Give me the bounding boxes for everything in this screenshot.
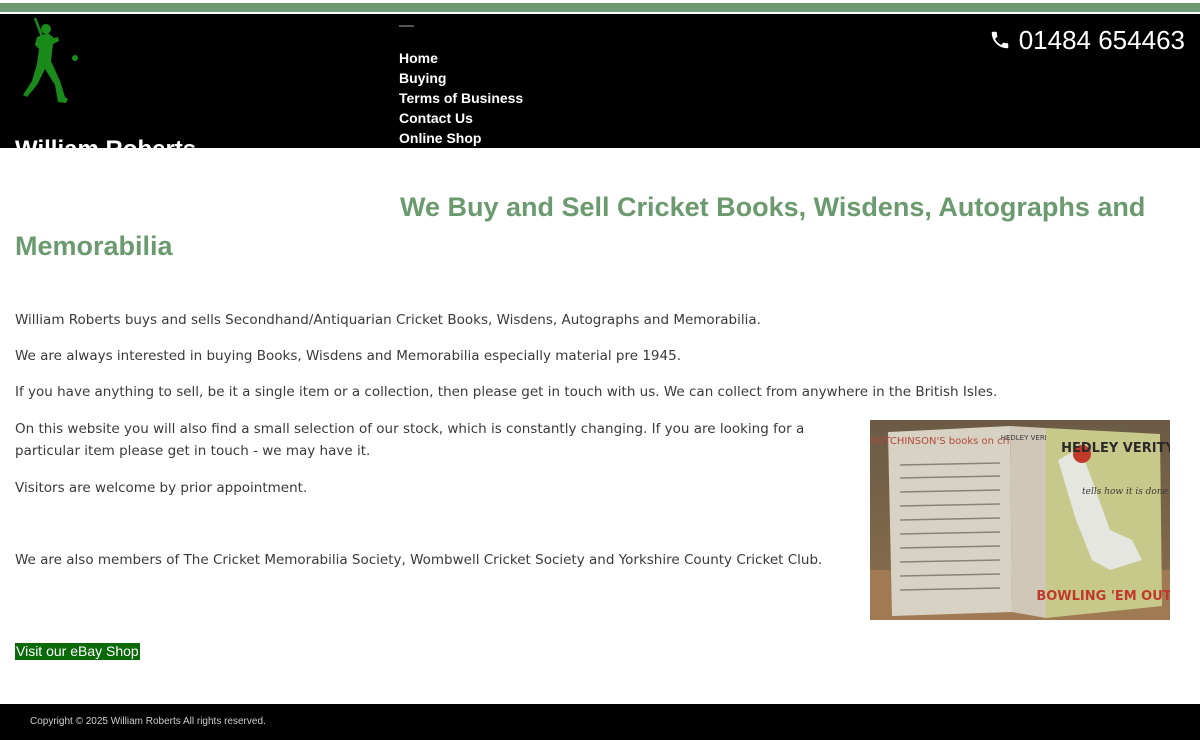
book-cover-title: BOWLING 'EM OUT	[1036, 589, 1170, 604]
stock-paragraph: On this website you will also find a sma…	[15, 421, 805, 459]
nav-item-terms-of-business[interactable]: Terms of Business	[399, 88, 523, 108]
phone-contact[interactable]: 01484 654463	[989, 25, 1185, 55]
nav-item-buying[interactable]: Buying	[399, 68, 523, 88]
cricket-batsman-icon[interactable]	[15, 14, 85, 107]
memberships-paragraph: We are also members of The Cricket Memor…	[15, 552, 823, 568]
page-headline: We Buy and Sell Cricket Books, Wisdens, …	[15, 192, 1146, 261]
buying-paragraph: We are always interested in buying Books…	[15, 348, 681, 364]
visitors-paragraph: Visitors are welcome by prior appointmen…	[15, 480, 308, 496]
book-cover-name: HEDLEY VERITY	[1061, 441, 1170, 456]
nav-item-online-shop[interactable]: Online Shop	[399, 128, 523, 148]
main-nav: Home Buying Terms of Business Contact Us…	[399, 48, 523, 148]
site-header: William Roberts Home Buying Terms of Bus…	[0, 14, 1200, 148]
top-accent-stripe	[0, 3, 1200, 12]
book-photo: HUTCHINSON'S books on cricket HEDLEY VER…	[870, 420, 1170, 620]
intro-paragraph: William Roberts buys and sells Secondhan…	[15, 312, 761, 328]
site-name: William Roberts	[15, 136, 196, 148]
ebay-shop-link[interactable]: Visit our eBay Shop	[15, 643, 140, 660]
selling-paragraph: If you have anything to sell, be it a si…	[15, 384, 998, 400]
menu-toggle-icon[interactable]	[399, 25, 414, 27]
phone-icon	[991, 31, 1008, 49]
copyright-text: Copyright © 2025 William Roberts All rig…	[30, 716, 266, 727]
nav-item-contact-us[interactable]: Contact Us	[399, 108, 523, 128]
site-footer: Copyright © 2025 William Roberts All rig…	[0, 704, 1200, 740]
phone-number[interactable]: 01484 654463	[1019, 25, 1185, 55]
nav-item-home[interactable]: Home	[399, 48, 523, 68]
book-cover-tagline: tells how it is done	[1082, 487, 1168, 497]
